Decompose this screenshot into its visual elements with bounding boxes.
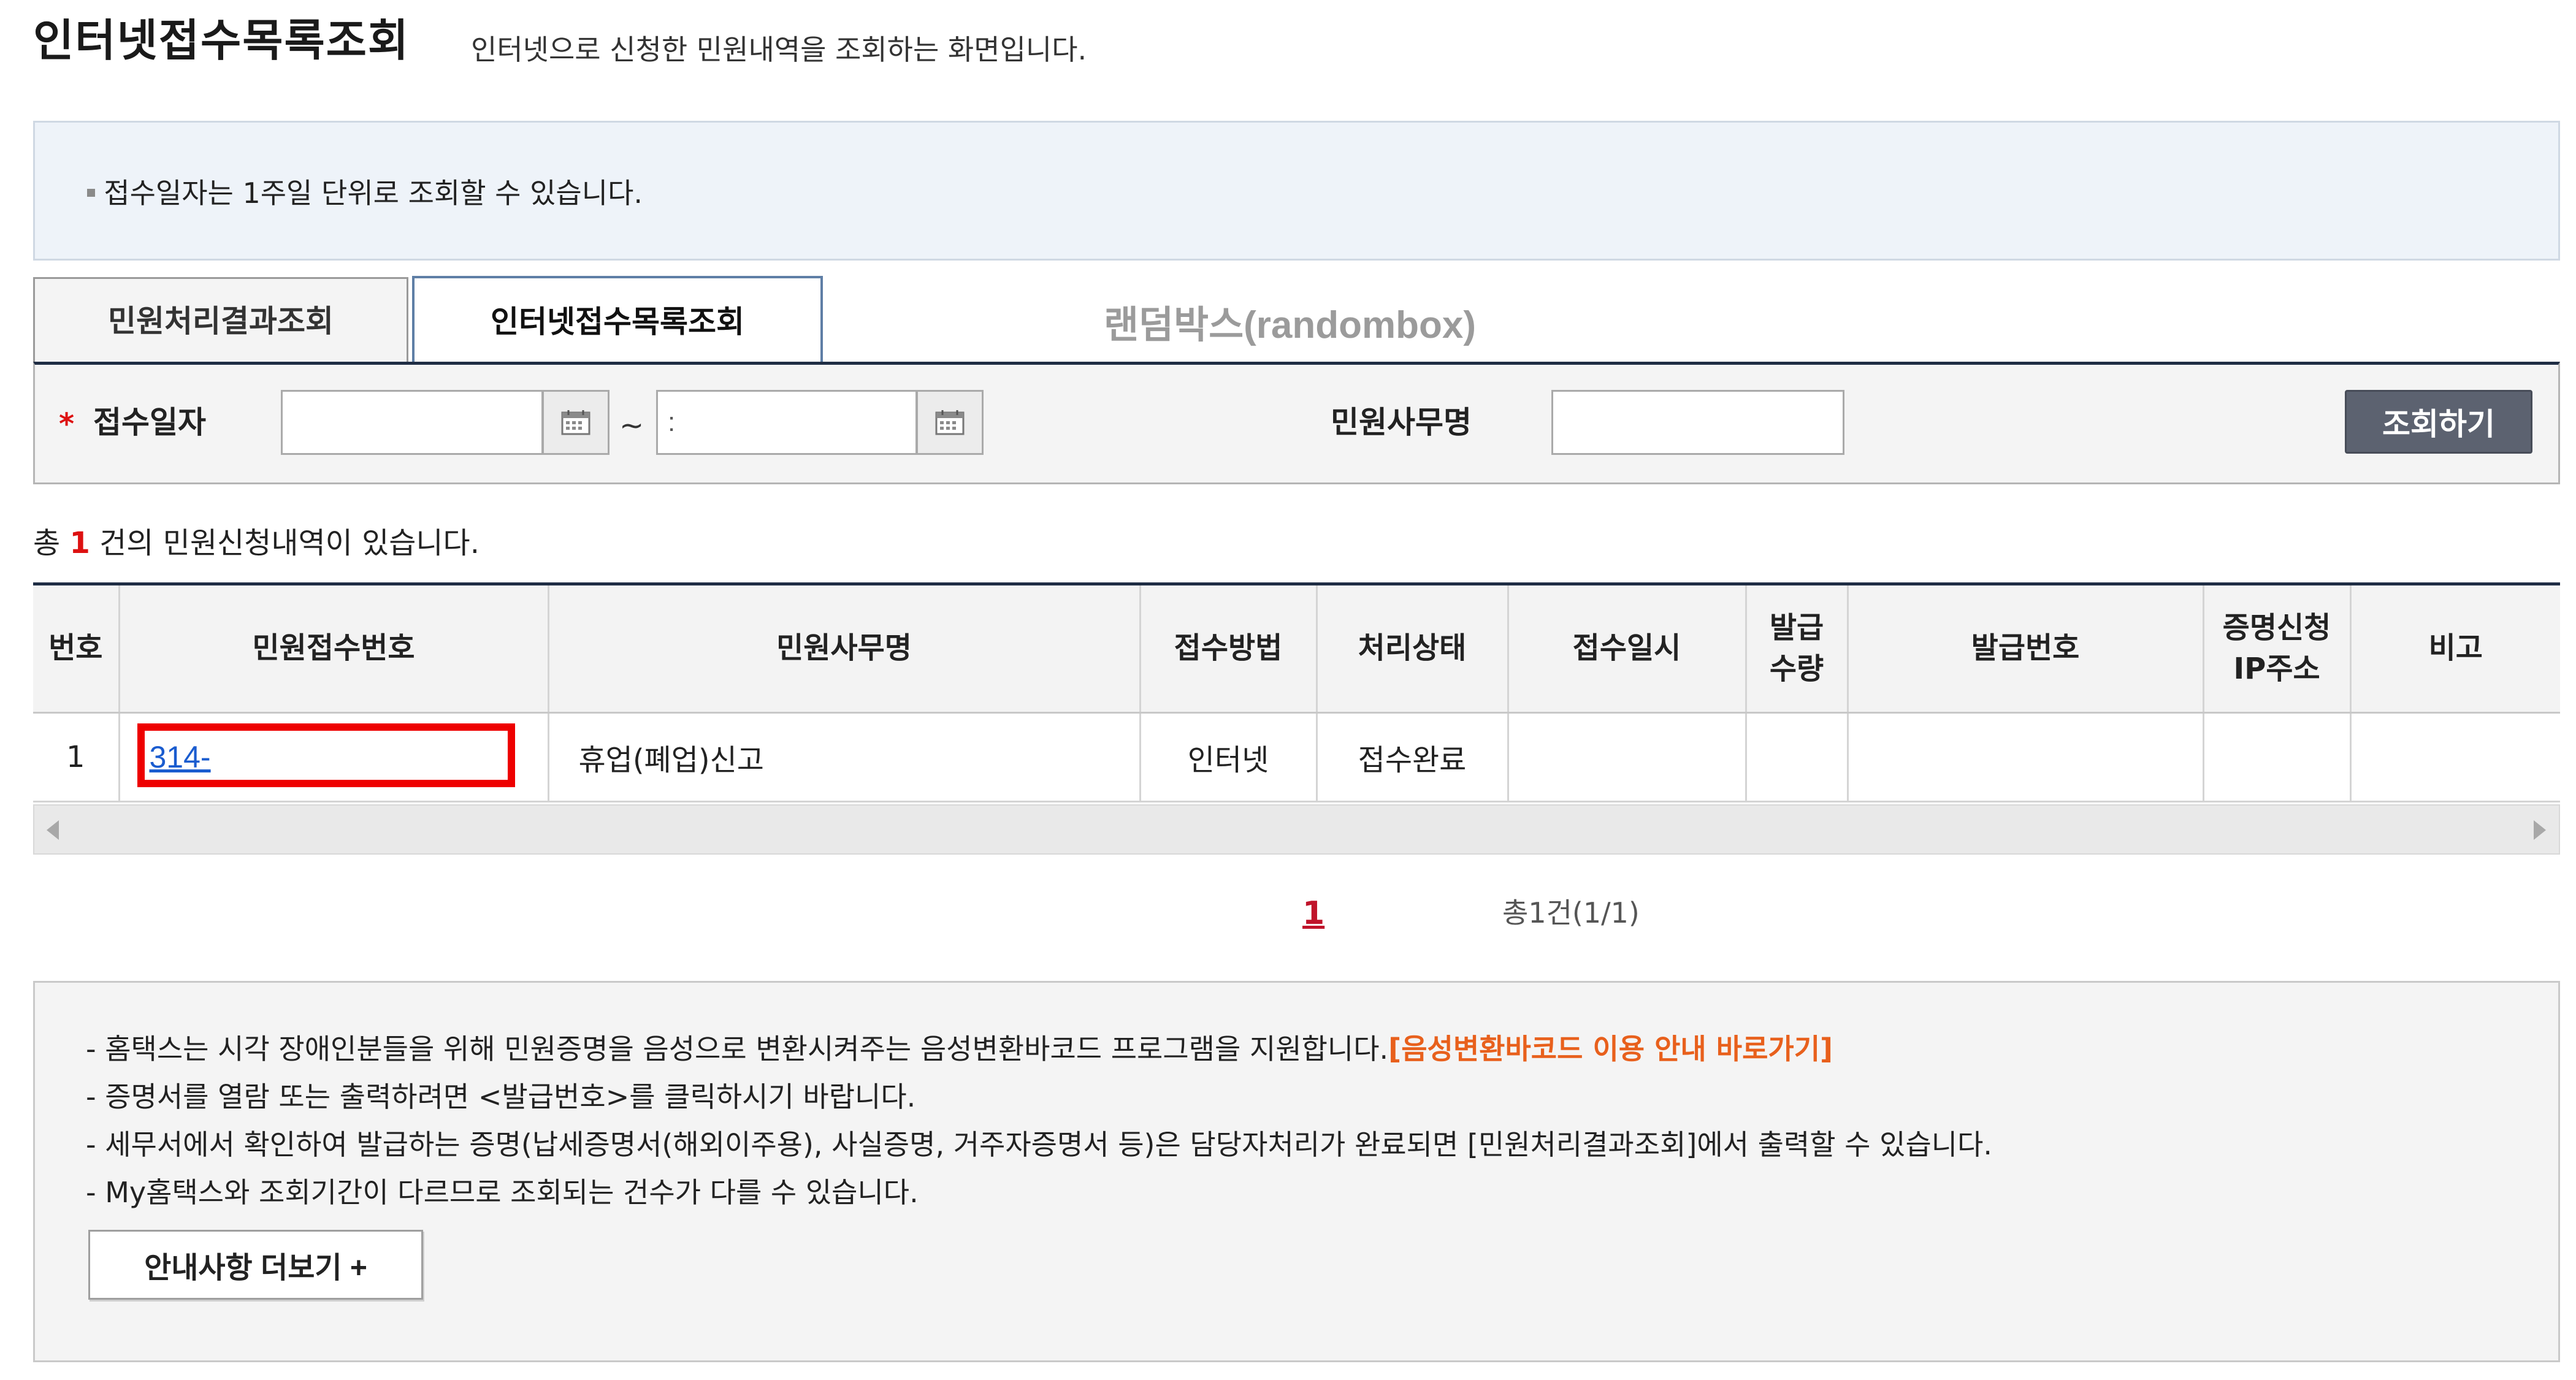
column-header: 처리상태 [1317,584,1509,714]
page-total: 총1건(1/1) [1502,896,1640,929]
tab-internet-receipt-list[interactable]: 인터넷접수목록조회 [412,276,823,365]
page-subtitle: 인터넷으로 신청한 민원내역을 조회하는 화면입니다. [471,33,1087,66]
receipt-date-label: 접수일자 [93,405,206,440]
result-count: 총 1 건의 민원신청내역이 있습니다. [33,528,480,558]
page-link-current[interactable]: 1 [1302,898,1324,929]
calendar-icon[interactable] [916,390,984,455]
column-header: 번호 [33,584,120,714]
table-header-row: 번호 민원접수번호 민원사무명 접수방법 처리상태 접수일시 발급 수량 발급번… [33,584,2560,714]
info-line-voice-barcode: - 홈택스는 시각 장애인분들을 위해 민원증명을 음성으로 변환시켜주는 음성… [86,1035,1833,1063]
column-header: 접수일시 [1508,584,1747,714]
scroll-right-arrow-icon[interactable] [2534,820,2546,840]
column-header: 비고 [2350,584,2560,714]
info-text: - 홈택스는 시각 장애인분들을 위해 민원증명을 음성으로 변환시켜주는 음성… [86,1032,1389,1065]
search-button[interactable]: 조회하기 [2345,390,2532,454]
notice-text-content: 접수일자는 1주일 단위로 조회할 수 있습니다. [104,177,643,210]
cell-no: 1 [33,712,120,802]
watermark: 랜덤박스(randombox) [1104,304,1477,346]
count-prefix: 총 [33,526,61,560]
date-from-input[interactable] [281,390,543,455]
tab-label: 민원처리결과조회 [108,303,334,339]
cell-note [2350,712,2560,802]
count-suffix: 건의 민원신청내역이 있습니다. [99,526,480,560]
cell-received-at [1508,712,1747,802]
tab-label: 인터넷접수목록조회 [491,304,744,340]
column-header: 발급번호 [1848,584,2204,714]
info-line-tax-office: - 세무서에서 확인하여 발급하는 증명(납세증명서(해외이주용), 사실증명,… [86,1128,1993,1161]
more-info-button[interactable]: 안내사항 더보기 + [88,1230,423,1300]
count-value: 1 [69,526,90,560]
cell-method: 인터넷 [1140,712,1318,802]
column-header: 민원접수번호 [119,584,549,714]
cell-issue-qty [1746,712,1849,802]
date-to-input[interactable] [656,390,917,455]
calendar-icon[interactable] [542,390,610,455]
date-range-separator: ~ [619,408,644,443]
tab-result-inquiry[interactable]: 민원처리결과조회 [33,277,408,363]
voice-barcode-guide-link[interactable]: [음성변환바코드 이용 안내 바로가기] [1388,1032,1833,1065]
required-mark: * [59,407,75,441]
column-header: 증명신청 IP주소 [2203,584,2352,714]
column-header: 발급 수량 [1746,584,1849,714]
horizontal-scrollbar[interactable] [33,804,2560,855]
office-name-label: 민원사무명 [1331,405,1472,440]
scroll-left-arrow-icon[interactable] [47,820,59,840]
page-title: 인터넷접수목록조회 [33,15,410,66]
office-name-input[interactable] [1551,390,1844,455]
highlight-box [137,723,515,787]
column-header: 민원사무명 [548,584,1141,714]
cell-status: 접수완료 [1317,712,1509,802]
cell-issue-no [1848,712,2204,802]
cell-ip [2203,712,2352,802]
info-line-period-difference: - My홈택스와 조회기간이 다르므로 조회되는 건수가 다를 수 있습니다. [86,1176,919,1209]
notice-text: 접수일자는 1주일 단위로 조회할 수 있습니다. [86,179,643,207]
column-header: 접수방법 [1140,584,1318,714]
cell-office-name: 휴업(폐업)신고 [548,712,1141,802]
info-line-issue-number: - 증명서를 열람 또는 출력하려면 <발급번호>를 클릭하시기 바랍니다. [86,1080,916,1113]
